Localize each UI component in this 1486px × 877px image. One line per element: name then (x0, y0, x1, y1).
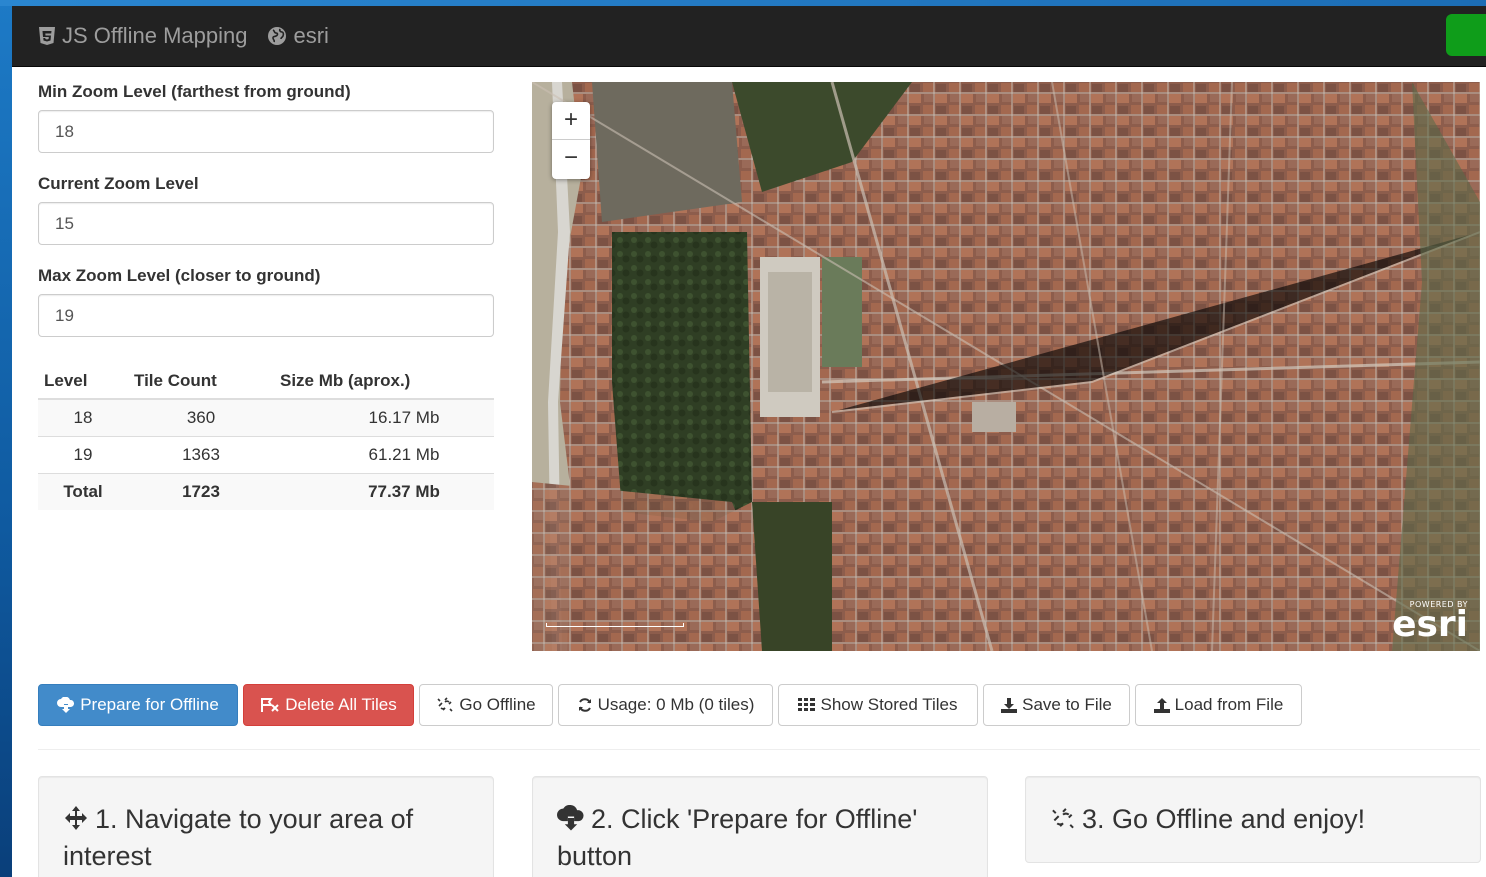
cell-tile-count: 360 (128, 398, 274, 436)
load-from-file-label: Load from File (1174, 695, 1284, 714)
column-header-level: Level (38, 363, 128, 400)
max-zoom-group: Max Zoom Level (closer to ground) 19 (38, 264, 494, 337)
table-header-row: Level Tile Count Size Mb (aprox.) (38, 363, 494, 400)
table-row: 18 360 16.17 Mb (38, 398, 494, 436)
save-to-file-button[interactable]: Save to File (983, 684, 1130, 726)
delete-tiles-button[interactable]: Delete All Tiles (243, 684, 414, 726)
satellite-map[interactable]: + − POWERED BY esri (532, 82, 1480, 651)
zoom-control: + − (552, 102, 590, 179)
current-zoom-group: Current Zoom Level 15 (38, 172, 494, 245)
step-3-text: 3. Go Offline and enjoy! (1082, 804, 1366, 834)
desktop-background (0, 0, 12, 877)
current-zoom-label: Current Zoom Level (38, 174, 199, 193)
grid-icon (798, 698, 816, 711)
go-offline-label: Go Offline (459, 695, 536, 714)
min-zoom-label: Min Zoom Level (farthest from ground) (38, 82, 351, 101)
upload-icon (1153, 698, 1170, 713)
delete-flag-icon (261, 698, 279, 712)
zoom-in-button[interactable]: + (552, 102, 590, 140)
app-title: JS Offline Mapping (62, 23, 248, 48)
navbar: JS Offline Mapping esri (12, 6, 1486, 67)
scale-bar (546, 623, 684, 627)
column-header-tile-count: Tile Count (128, 363, 274, 400)
navbar-brand[interactable]: JS Offline Mapping esri (38, 22, 329, 50)
cell-total-size: 77.37 Mb (274, 472, 494, 510)
prepare-offline-label: Prepare for Offline (80, 695, 219, 714)
move-icon (65, 806, 87, 830)
navbar-status-button[interactable] (1446, 14, 1486, 56)
refresh-icon (578, 698, 591, 712)
zoom-out-button[interactable]: − (552, 140, 590, 178)
cell-level: 19 (38, 435, 128, 473)
cloud-download-icon (557, 804, 584, 831)
table-row: 19 1363 61.21 Mb (38, 435, 494, 473)
cell-size: 16.17 Mb (274, 398, 494, 436)
browser-page: JS Offline Mapping esri Min Zoom Level (… (12, 6, 1486, 877)
globe-icon (268, 27, 287, 45)
esri-logo[interactable]: POWERED BY esri (1392, 600, 1468, 645)
satellite-imagery (532, 82, 1480, 651)
step-2-text: 2. Click 'Prepare for Offline' button (557, 804, 918, 871)
step-card-3: 3. Go Offline and enjoy! (1025, 776, 1481, 863)
html5-icon (39, 27, 55, 45)
save-to-file-label: Save to File (1022, 695, 1112, 714)
disconnect-icon (437, 697, 453, 712)
download-icon (1001, 698, 1018, 713)
esri-logo-name: esri (1392, 604, 1468, 645)
cell-total-label: Total (38, 472, 128, 510)
cell-total-tiles: 1723 (128, 472, 274, 510)
esri-nav-label: esri (293, 23, 329, 48)
step-1-text: 1. Navigate to your area of interest (63, 804, 414, 871)
cloud-download-icon (57, 697, 75, 713)
show-stored-tiles-label: Show Stored Tiles (820, 695, 958, 714)
min-zoom-group: Min Zoom Level (farthest from ground) 18 (38, 80, 494, 153)
max-zoom-label: Max Zoom Level (closer to ground) (38, 266, 321, 285)
cell-tile-count: 1363 (128, 435, 274, 473)
go-offline-button[interactable]: Go Offline (419, 684, 553, 726)
usage-label: Usage: 0 Mb (0 tiles) (597, 695, 755, 714)
tile-table: Level Tile Count Size Mb (aprox.) 18 360… (38, 363, 494, 510)
column-header-size: Size Mb (aprox.) (274, 363, 494, 400)
cell-level: 18 (38, 398, 128, 436)
divider (38, 749, 1480, 750)
step-card-1: 1. Navigate to your area of interest (38, 776, 494, 877)
delete-tiles-label: Delete All Tiles (285, 695, 397, 714)
load-from-file-button[interactable]: Load from File (1135, 684, 1302, 726)
usage-button[interactable]: Usage: 0 Mb (0 tiles) (558, 684, 773, 726)
prepare-offline-button[interactable]: Prepare for Offline (38, 684, 238, 726)
show-stored-tiles-button[interactable]: Show Stored Tiles (778, 684, 978, 726)
zoom-form: Min Zoom Level (farthest from ground) 18… (38, 80, 494, 356)
max-zoom-input[interactable]: 19 (38, 294, 494, 337)
min-zoom-input[interactable]: 18 (38, 110, 494, 153)
cell-size: 61.21 Mb (274, 435, 494, 473)
disconnect-icon (1052, 808, 1074, 829)
table-total-row: Total 1723 77.37 Mb (38, 472, 494, 510)
current-zoom-input[interactable]: 15 (38, 202, 494, 245)
step-card-2: 2. Click 'Prepare for Offline' button (532, 776, 988, 877)
